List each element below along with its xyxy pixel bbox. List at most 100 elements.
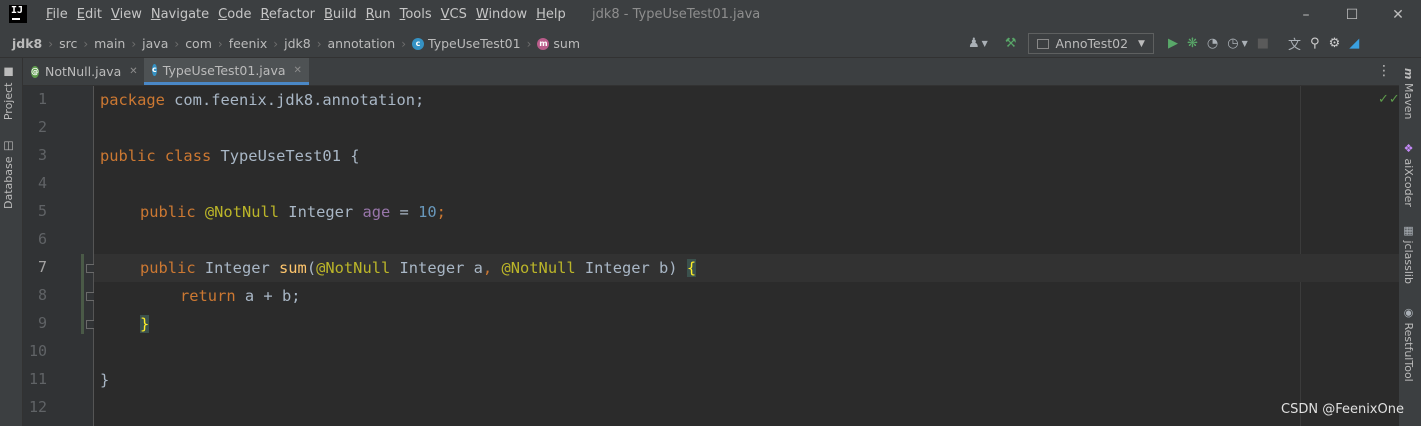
- line-number: 3: [37, 146, 47, 164]
- code-text: TypeUseTest01 {: [211, 147, 360, 165]
- chevron-right-icon: ›: [48, 36, 54, 51]
- tool-window-jclasslib[interactable]: ▦ jclasslib: [1402, 224, 1415, 284]
- line-number: 10: [28, 342, 47, 360]
- menu-file[interactable]: File: [46, 0, 68, 30]
- run-config-icon: [1037, 38, 1050, 49]
- code-line-9: }: [100, 310, 150, 338]
- editor-tab-bar: @ NotNull.java ✕ c TypeUseTest01.java ✕ …: [23, 58, 1399, 86]
- annotation: @NotNull: [501, 259, 576, 277]
- code-text: Integer: [279, 203, 363, 221]
- settings-gear-icon[interactable]: ⚙: [1329, 36, 1341, 51]
- code-line-8: return a + b;: [100, 282, 300, 310]
- plugin-icon[interactable]: ◢: [1349, 36, 1359, 51]
- breadcrumb-item[interactable]: feenix: [229, 36, 268, 51]
- close-icon[interactable]: ✕: [294, 65, 302, 76]
- breadcrumb-item[interactable]: jdk8: [284, 36, 311, 51]
- maximize-icon[interactable]: ☐: [1329, 0, 1375, 30]
- keyword: public: [140, 259, 196, 277]
- menu-code[interactable]: Code: [218, 0, 251, 30]
- breadcrumb-method[interactable]: m sum: [537, 36, 580, 51]
- menu-window[interactable]: Window: [476, 0, 527, 30]
- field-name: age: [362, 203, 391, 221]
- minimize-icon[interactable]: –: [1283, 0, 1329, 30]
- line-number: 2: [37, 118, 47, 136]
- breadcrumb-item[interactable]: java: [142, 36, 168, 51]
- main-toolbar: ♟ ▼ ⚒ AnnoTest02 ▼ ▶ ❋ ◔ ◷ ▼ ■ 文 ⚲ ⚙ ◢: [968, 30, 1368, 57]
- menu-navigate[interactable]: Navigate: [151, 0, 209, 30]
- main-menu: File Edit View Navigate Code Refactor Bu…: [46, 0, 575, 30]
- breadcrumb-item[interactable]: annotation: [328, 36, 396, 51]
- search-icon[interactable]: ⚲: [1310, 36, 1320, 51]
- code-line-11: }: [100, 366, 109, 394]
- window-controls: – ☐ ✕: [1283, 0, 1421, 30]
- stop-icon[interactable]: ■: [1257, 36, 1269, 51]
- code-line-1: package com.feenix.jdk8.annotation;: [100, 86, 424, 114]
- menu-build[interactable]: Build: [324, 0, 357, 30]
- code-line-7: public Integer sum(@NotNull Integer a, @…: [100, 254, 697, 282]
- code-editor[interactable]: ✓✓ package com.feenix.jdk8.annotation; p…: [94, 86, 1400, 426]
- breadcrumb-label: TypeUseTest01: [428, 36, 521, 51]
- breadcrumb: jdk8 › src › main › java › com › feenix › jdk8…: [12, 30, 580, 57]
- run-icon[interactable]: ▶: [1168, 36, 1178, 51]
- tool-window-label: Database: [2, 156, 15, 210]
- chevron-right-icon: ›: [131, 36, 137, 51]
- tool-window-maven[interactable]: m Maven: [1402, 68, 1415, 119]
- keyword: package: [100, 91, 165, 109]
- tab-typeusetest01-java[interactable]: c TypeUseTest01.java ✕: [144, 58, 309, 85]
- menu-tools[interactable]: Tools: [400, 0, 432, 30]
- more-vertical-icon[interactable]: ⋮: [1377, 58, 1391, 85]
- user-icon[interactable]: ♟ ▼: [968, 36, 988, 51]
- left-tool-strip: Project ■ Database ◫: [0, 58, 23, 426]
- coverage-icon[interactable]: ◔: [1207, 36, 1218, 51]
- keyword: public: [100, 147, 156, 165]
- comma: ,: [482, 259, 493, 277]
- inspection-ok-check-icon[interactable]: ✓✓: [1378, 92, 1400, 107]
- tool-window-database[interactable]: Database ◫: [2, 140, 15, 209]
- debug-icon[interactable]: ❋: [1187, 36, 1198, 51]
- tool-window-label: aiXcoder: [1402, 158, 1415, 207]
- tool-window-aixcoder[interactable]: ❖ aiXcoder: [1402, 142, 1415, 207]
- breadcrumb-item[interactable]: main: [94, 36, 125, 51]
- keyword: class: [164, 147, 212, 165]
- close-icon[interactable]: ✕: [1375, 0, 1421, 30]
- keyword: return: [180, 287, 236, 305]
- right-tool-strip: m Maven ❖ aiXcoder ▦ jclasslib ◉ Restful…: [1398, 58, 1421, 426]
- chevron-right-icon: ›: [526, 36, 532, 51]
- code-line-5: public @NotNull Integer age = 10;: [100, 198, 446, 226]
- menu-edit[interactable]: Edit: [77, 0, 102, 30]
- tool-window-restfultool[interactable]: ◉ RestfulTool: [1402, 306, 1415, 382]
- breadcrumb-item[interactable]: jdk8: [12, 36, 42, 51]
- breadcrumb-item[interactable]: com: [185, 36, 212, 51]
- tool-window-project[interactable]: Project ■: [2, 66, 15, 120]
- code-text: =: [390, 203, 419, 221]
- code-text: a + b;: [235, 287, 301, 305]
- tool-window-label: RestfulTool: [1402, 322, 1415, 382]
- line-number: 4: [37, 174, 47, 192]
- close-icon[interactable]: ✕: [129, 66, 137, 77]
- line-number: 11: [28, 370, 47, 388]
- code-text: Integer b): [575, 259, 687, 277]
- menu-refactor[interactable]: Refactor: [260, 0, 315, 30]
- code-line-3: public class TypeUseTest01 {: [100, 142, 360, 170]
- line-number: 1: [37, 90, 47, 108]
- annotation: @NotNull: [204, 203, 280, 221]
- tab-label: NotNull.java: [45, 64, 122, 79]
- navigation-bar: jdk8 › src › main › java › com › feenix › jdk8…: [0, 30, 1421, 58]
- profile-icon[interactable]: ◷ ▼: [1227, 36, 1248, 51]
- run-config-label: AnnoTest02: [1055, 36, 1129, 51]
- build-hammer-icon[interactable]: ⚒: [1005, 36, 1017, 51]
- line-number: 9: [37, 314, 47, 332]
- menu-help[interactable]: Help: [536, 0, 566, 30]
- menu-vcs[interactable]: VCS: [441, 0, 467, 30]
- run-config-select[interactable]: AnnoTest02 ▼: [1028, 33, 1154, 54]
- menu-run[interactable]: Run: [366, 0, 391, 30]
- breadcrumb-class[interactable]: c TypeUseTest01: [412, 36, 521, 51]
- breadcrumb-label: sum: [553, 36, 581, 51]
- breadcrumb-item[interactable]: src: [59, 36, 77, 51]
- tab-notnull-java[interactable]: @ NotNull.java ✕: [23, 58, 144, 85]
- translate-icon[interactable]: 文: [1288, 34, 1301, 53]
- vcs-change-marker[interactable]: [81, 254, 84, 334]
- menu-view[interactable]: View: [111, 0, 142, 30]
- window-title: jdk8 - TypeUseTest01.java: [592, 7, 761, 22]
- class-icon: c: [412, 37, 424, 50]
